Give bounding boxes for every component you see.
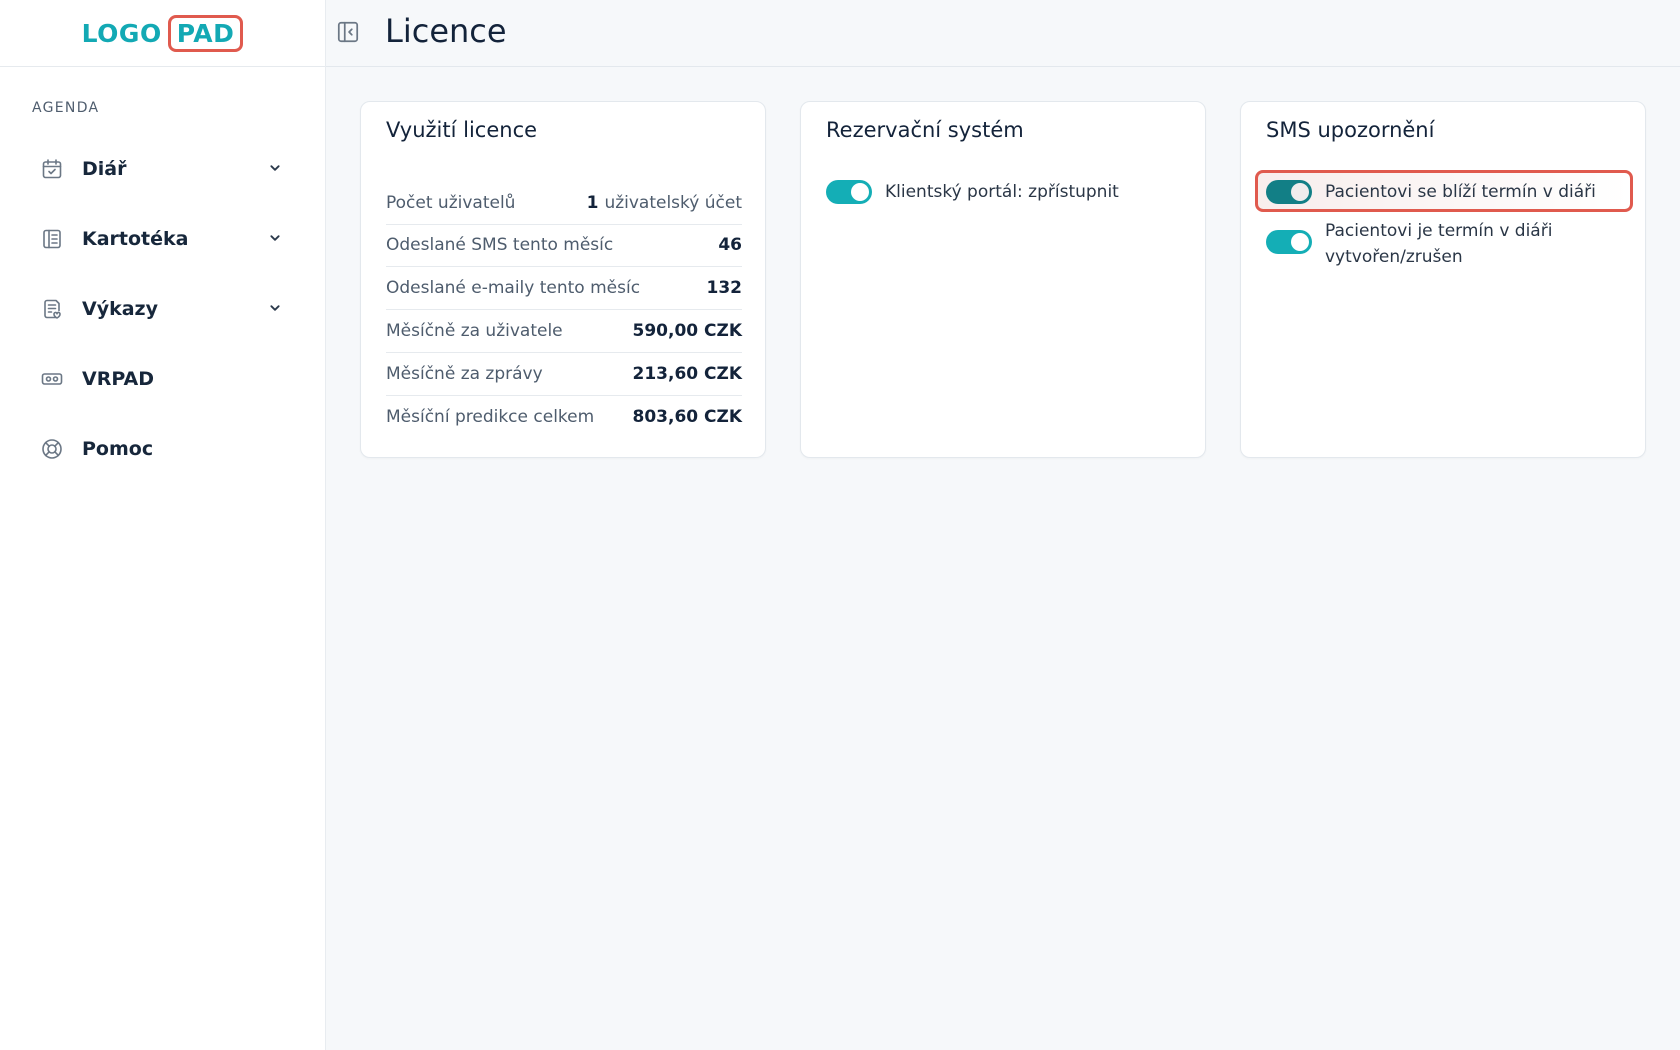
report-icon [40, 297, 64, 321]
license-row-messages: Měsíčně za zprávy 213,60 CZK [386, 353, 742, 396]
appointment-created-cancelled-toggle[interactable] [1266, 230, 1312, 254]
sidebar-item-label: Kartotéka [82, 228, 189, 250]
row-value: 46 [718, 235, 742, 255]
chevron-down-icon[interactable] [264, 157, 286, 179]
card-title: SMS upozornění [1266, 118, 1435, 142]
card-title: Rezervační systém [826, 118, 1024, 142]
toggle-knob [851, 183, 869, 201]
row-key: Odeslané e-maily tento měsíc [386, 278, 641, 298]
toggle-knob [1291, 233, 1309, 251]
appointment-reminder-toggle[interactable] [1266, 180, 1312, 204]
logo-text-pad: PAD [167, 14, 244, 52]
row-key: Počet uživatelů [386, 193, 516, 213]
license-row-per-user: Měsíčně za uživatele 590,00 CZK [386, 310, 742, 353]
sidebar: LOGO PAD AGENDA Diář Kartotéka Výkazy VR… [0, 0, 326, 1050]
calendar-check-icon [40, 157, 64, 181]
appointment-reminder-label: Pacientovi se blíží termín v diáři [1325, 182, 1596, 202]
sms-notifications-card: SMS upozornění Pacientovi se blíží termí… [1240, 101, 1646, 458]
header: Licence [326, 0, 1680, 67]
reservation-system-card: Rezervační systém Klientský portál: zpří… [800, 101, 1206, 458]
sidebar-item-label: Diář [82, 158, 127, 180]
page-title: Licence [385, 12, 507, 50]
logo-text-logo: LOGO [81, 18, 162, 48]
lifebuoy-icon [40, 437, 64, 461]
logo-area: LOGO PAD [0, 0, 325, 67]
appointment-created-cancelled-label: Pacientovi je termín v diáři vytvořen/zr… [1325, 221, 1553, 267]
client-portal-toggle[interactable] [826, 180, 872, 204]
sidebar-item-pomoc[interactable]: Pomoc [0, 414, 325, 484]
row-value: 803,60 CZK [632, 407, 743, 427]
sidebar-item-label: Výkazy [82, 298, 158, 320]
card-file-icon [40, 227, 64, 251]
sidebar-item-vykazy[interactable]: Výkazy [0, 274, 325, 344]
sidebar-item-diar[interactable]: Diář [0, 134, 325, 204]
license-row-total: Měsíční predikce celkem 803,60 CZK [386, 396, 742, 438]
sidebar-item-label: VRPAD [82, 368, 154, 390]
section-label-agenda: AGENDA [32, 100, 100, 116]
card-title: Využití licence [386, 118, 538, 142]
sidebar-item-kartoteka[interactable]: Kartotéka [0, 204, 325, 274]
sidebar-item-label: Pomoc [82, 438, 154, 460]
sidebar-nav: Diář Kartotéka Výkazy VRPAD Pomoc [0, 134, 325, 484]
license-row-users: Počet uživatelů 1 uživatelský účet [386, 182, 742, 225]
row-value: 132 [706, 278, 743, 298]
row-key: Měsíční predikce celkem [386, 407, 595, 427]
logo[interactable]: LOGO PAD [81, 14, 244, 52]
toggle-knob [1291, 183, 1309, 201]
row-key: Měsíčně za uživatele [386, 321, 563, 341]
sidebar-item-vrpad[interactable]: VRPAD [0, 344, 325, 414]
row-value: 213,60 CZK [632, 364, 743, 384]
client-portal-label: Klientský portál: zpřístupnit [885, 182, 1119, 202]
license-usage-card: Využití licence Počet uživatelů 1 uživat… [360, 101, 766, 458]
vr-headset-icon [40, 367, 64, 391]
row-value: 1 uživatelský účet [586, 193, 742, 213]
sidebar-collapse-icon[interactable] [335, 19, 361, 45]
license-row-emails: Odeslané e-maily tento měsíc 132 [386, 267, 742, 310]
row-key: Měsíčně za zprávy [386, 364, 543, 384]
chevron-down-icon[interactable] [264, 227, 286, 249]
row-key: Odeslané SMS tento měsíc [386, 235, 614, 255]
row-value: 590,00 CZK [632, 321, 743, 341]
chevron-down-icon[interactable] [264, 297, 286, 319]
license-row-sms: Odeslané SMS tento měsíc 46 [386, 224, 742, 267]
